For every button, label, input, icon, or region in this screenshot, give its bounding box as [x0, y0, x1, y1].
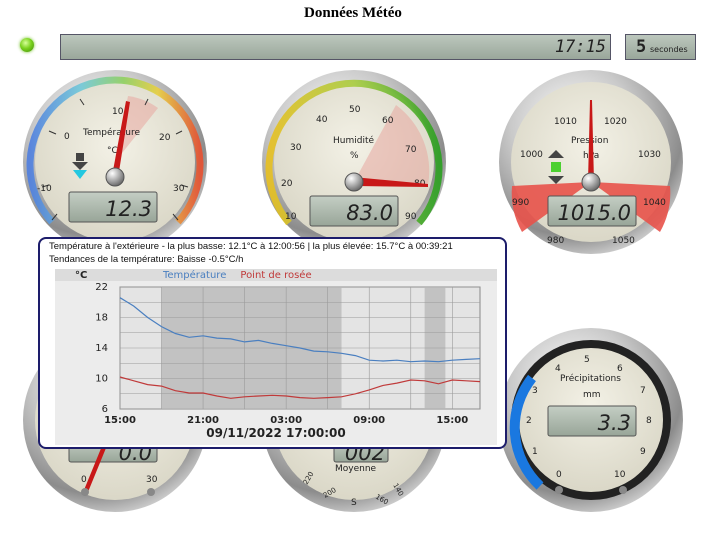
chart-legend-1: Point de rosée — [240, 269, 311, 281]
svg-text:1010: 1010 — [554, 117, 577, 127]
temperature-tick-10: 10 — [112, 107, 124, 117]
chart-y-unit: °C — [75, 270, 87, 281]
svg-text:30: 30 — [146, 475, 158, 485]
svg-text:990: 990 — [512, 198, 529, 208]
svg-text:70: 70 — [405, 145, 417, 155]
svg-text:90: 90 — [405, 212, 417, 222]
svg-text:0: 0 — [81, 475, 87, 485]
svg-text:60: 60 — [382, 116, 394, 126]
temperature-tick-20: 20 — [159, 133, 171, 143]
temperature-tick-minus10: -10 — [37, 184, 52, 194]
chart-xtick-label: 15:00 — [104, 415, 136, 426]
svg-text:0: 0 — [556, 470, 562, 480]
rain-value: 3.3 — [598, 411, 631, 435]
chart-xtick-label: 03:00 — [270, 415, 302, 426]
humidity-value: 83.0 — [346, 201, 393, 225]
svg-text:1040: 1040 — [643, 198, 666, 208]
temperature-tick-30: 30 — [173, 184, 185, 194]
chart-xtick-label: 09:00 — [353, 415, 385, 426]
svg-text:1: 1 — [532, 447, 538, 457]
chart-ytick-label: 6 — [102, 404, 108, 415]
tooltip-minmax-text: Température à l'extérieure - la plus bas… — [49, 241, 453, 252]
temperature-gauge: 0 10 20 30 -10 Température °C 12.3 — [23, 70, 207, 254]
rain-unit: mm — [583, 390, 601, 400]
temperature-history-chart: 6 10 14 18 22 °C 15:00 21:00 03:00 09:00 15:00 Temp… — [55, 269, 497, 445]
svg-text:9: 9 — [640, 447, 646, 457]
svg-text:1000: 1000 — [520, 150, 543, 160]
humidity-gauge: 10 20 30 40 50 60 70 80 90 Humidité % 83… — [262, 70, 446, 254]
chart-legend-0: Température — [162, 269, 226, 281]
svg-text:40: 40 — [316, 115, 328, 125]
svg-text:1050: 1050 — [612, 236, 635, 246]
svg-text:7: 7 — [640, 386, 646, 396]
chart-footer-datetime: 09/11/2022 17:00:00 — [206, 426, 345, 440]
svg-text:2: 2 — [526, 416, 532, 426]
svg-text:10: 10 — [614, 470, 626, 480]
temperature-tooltip: Température à l'extérieure - la plus bas… — [38, 237, 507, 449]
svg-text:8: 8 — [646, 416, 652, 426]
svg-text:3: 3 — [532, 386, 538, 396]
svg-text:1020: 1020 — [604, 117, 627, 127]
pressure-value: 1015.0 — [558, 201, 631, 225]
rain-label: Précipitations — [560, 373, 621, 384]
wind-label: Moyenne — [335, 464, 377, 474]
svg-text:10: 10 — [285, 212, 297, 222]
svg-text:S: S — [351, 498, 357, 508]
humidity-unit: % — [350, 151, 359, 161]
svg-text:4: 4 — [555, 364, 561, 374]
rain-gauge: 5 4 6 3 7 2 8 1 9 0 10 Précipitations mm… — [499, 328, 683, 512]
svg-text:30: 30 — [290, 143, 302, 153]
svg-text:1030: 1030 — [638, 150, 661, 160]
temperature-tick-0: 0 — [64, 132, 70, 142]
svg-text:5: 5 — [584, 355, 590, 365]
svg-text:6: 6 — [617, 364, 623, 374]
temperature-value: 12.3 — [105, 197, 152, 221]
humidity-label: Humidité — [333, 135, 374, 146]
chart-xtick-label: 21:00 — [187, 415, 219, 426]
chart-xtick-label: 15:00 — [436, 415, 468, 426]
chart-ytick-label: 18 — [95, 313, 108, 324]
svg-text:20: 20 — [281, 179, 293, 189]
chart-ytick-label: 10 — [95, 374, 108, 385]
svg-text:50: 50 — [349, 105, 361, 115]
pressure-gauge: 1000 1010 1020 1030 990 1040 980 1050 Pr… — [499, 70, 683, 254]
chart-ytick-label: 14 — [95, 343, 108, 354]
chart-ytick-label: 22 — [95, 282, 108, 293]
tooltip-trend-text: Tendances de la température: Baisse -0.5… — [49, 254, 244, 265]
svg-text:980: 980 — [547, 236, 564, 246]
temperature-label: Température — [82, 127, 140, 138]
